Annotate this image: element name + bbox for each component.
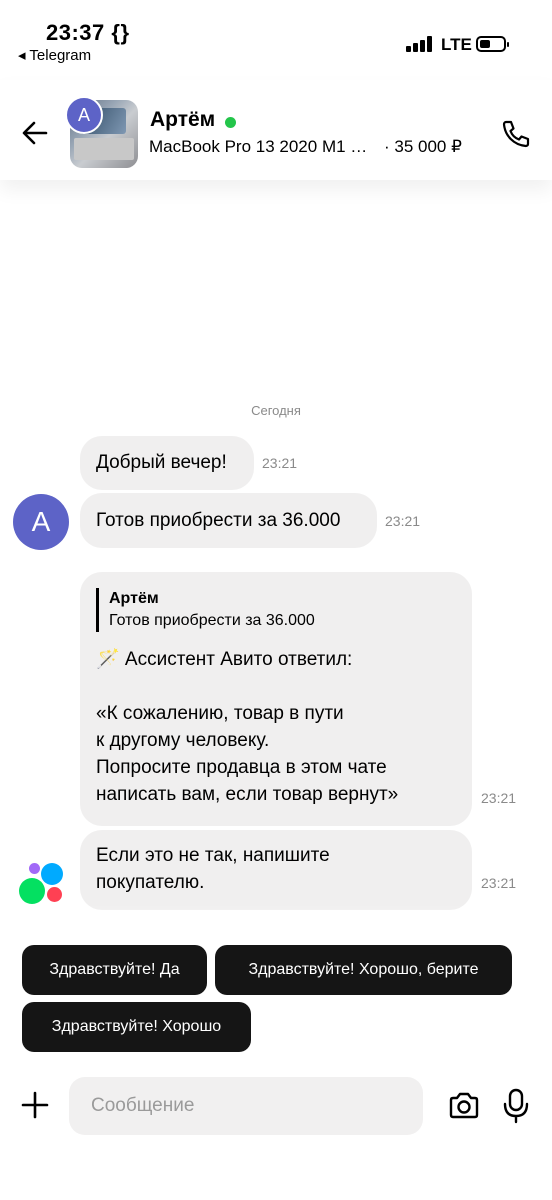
message-input[interactable] xyxy=(69,1077,423,1135)
camera-icon[interactable] xyxy=(447,1090,481,1122)
chat-fade xyxy=(0,905,552,937)
message-text: Готов приобрести за 36.000 xyxy=(96,510,341,531)
status-bar: 23:37 {} ◂ Telegram LTE xyxy=(0,0,552,70)
quick-reply-button[interactable]: Здравствуйте! Хорошо xyxy=(22,1002,251,1052)
message-bubble[interactable]: Готов приобрести за 36.000 xyxy=(80,493,377,548)
listing-price: · 35 000 ₽ xyxy=(384,137,462,156)
status-time-badge: {} xyxy=(111,20,130,45)
message-line: написать вам, если товар вернут» xyxy=(96,784,399,805)
quoted-text: Готов приобрести за 36.000 xyxy=(109,612,315,629)
message-time: 23:21 xyxy=(262,455,298,471)
message-line: 🪄 Ассистент Авито ответил: xyxy=(96,649,353,670)
message-text: Добрый вечер! xyxy=(96,452,227,473)
message-time: 23:21 xyxy=(481,790,517,806)
user-avatar-small: А xyxy=(65,96,103,134)
quoted-message[interactable]: Артём Готов приобрести за 36.000 xyxy=(96,588,460,632)
buyer-avatar[interactable]: А xyxy=(13,494,69,550)
battery-icon xyxy=(476,36,509,52)
back-arrow-icon[interactable] xyxy=(20,118,50,148)
quoted-author: Артём xyxy=(109,590,159,607)
plus-icon[interactable] xyxy=(20,1090,50,1120)
message-line: покупателю. xyxy=(96,872,205,893)
message-bubble[interactable]: Добрый вечер! xyxy=(80,436,254,490)
message-line xyxy=(96,673,460,700)
quick-reply-button[interactable]: Здравствуйте! Хорошо, берите xyxy=(215,945,512,995)
phone-icon[interactable] xyxy=(500,118,532,150)
status-time: 23:37 {} xyxy=(46,20,130,46)
message-line: Если это не так, напишите xyxy=(96,845,330,866)
message-line: Попросите продавца в этом чате xyxy=(96,757,387,778)
signal-icon xyxy=(406,36,434,52)
microphone-icon[interactable] xyxy=(502,1088,530,1124)
contact-name[interactable]: Артём xyxy=(150,108,215,132)
message-time: 23:21 xyxy=(481,875,517,891)
quick-reply-button[interactable]: Здравствуйте! Да xyxy=(22,945,207,995)
listing-title[interactable]: MacBook Pro 13 2020 M1 … xyxy=(149,137,367,157)
network-type: LTE xyxy=(441,35,472,54)
online-indicator xyxy=(225,117,236,128)
message-line: «К сожалению, товар в пути xyxy=(96,703,344,724)
message-time: 23:21 xyxy=(385,513,421,529)
back-to-telegram-link[interactable]: ◂ Telegram xyxy=(18,46,91,64)
message-bubble[interactable]: Если это не так, напишите покупателю. xyxy=(80,830,472,910)
date-separator: Сегодня xyxy=(251,403,301,418)
chat-header: А Артём MacBook Pro 13 2020 M1 … · 35 00… xyxy=(0,80,552,180)
assistant-reply-bubble[interactable]: Артём Готов приобрести за 36.000 🪄 Ассис… xyxy=(80,572,472,826)
avito-logo xyxy=(19,863,65,905)
status-time-text: 23:37 xyxy=(46,20,105,45)
message-line: к другому человеку. xyxy=(96,730,270,751)
